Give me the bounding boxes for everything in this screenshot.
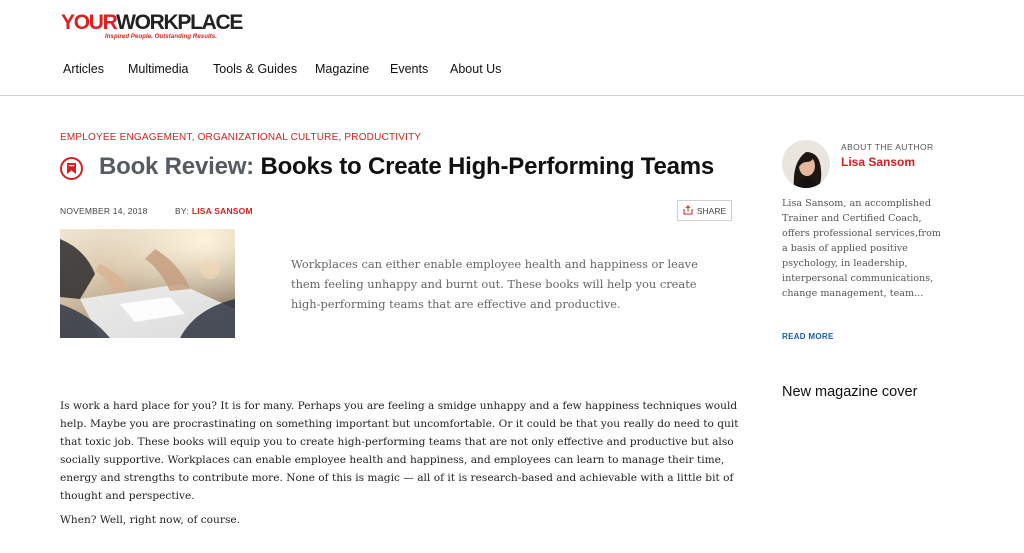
logo-tagline: Inspired People. Outstanding Results. xyxy=(105,34,218,40)
publish-date: NOVEMBER 14, 2018 xyxy=(60,206,148,216)
share-icon xyxy=(683,204,693,217)
header-divider xyxy=(0,95,1024,96)
byline-label: BY: xyxy=(175,206,189,216)
author-bio: Lisa Sansom, an accomplished Trainer and… xyxy=(782,198,941,299)
article-excerpt: Workplaces can either enable employee he… xyxy=(291,257,698,311)
title-prefix: Book Review: xyxy=(99,153,254,180)
byline: BY: LISA SANSOM xyxy=(175,206,253,216)
about-author-label: ABOUT THE AUTHOR xyxy=(841,142,934,152)
author-avatar[interactable] xyxy=(782,140,830,188)
sidebar-author-name-link[interactable]: Lisa Sansom xyxy=(841,155,915,169)
article-body-paragraph-1: Is work a hard place for you? It is for … xyxy=(60,400,739,502)
site-logo[interactable]: YOURWORKPLACE Inspired People. Outstandi… xyxy=(61,11,243,44)
article-categories[interactable]: EMPLOYEE ENGAGEMENT, ORGANIZATIONAL CULT… xyxy=(60,132,421,143)
logo-part-your: YOUR xyxy=(61,11,117,34)
nav-item-events[interactable]: Events xyxy=(390,62,428,76)
nav-item-multimedia[interactable]: Multimedia xyxy=(128,62,188,76)
read-more-link[interactable]: READ MORE xyxy=(782,332,834,341)
article-featured-image xyxy=(60,229,235,338)
article-body-paragraph-2: When? Well, right now, of course. xyxy=(60,514,241,526)
logo-part-workplace: WORKPLACE xyxy=(116,11,243,34)
bookmark-icon xyxy=(60,157,83,180)
nav-item-about-us[interactable]: About Us xyxy=(450,62,501,76)
magazine-cover-heading: New magazine cover xyxy=(782,384,918,400)
article-title: Book Review: Books to Create High-Perfor… xyxy=(99,153,714,181)
byline-author-link[interactable]: LISA SANSOM xyxy=(192,206,253,216)
nav-item-tools-guides[interactable]: Tools & Guides xyxy=(213,62,297,76)
share-button[interactable]: SHARE xyxy=(677,200,732,221)
title-main: Books to Create High-Performing Teams xyxy=(260,153,715,180)
logo-wordmark: YOURWORKPLACE xyxy=(61,11,243,34)
nav-item-magazine[interactable]: Magazine xyxy=(315,62,369,76)
nav-item-articles[interactable]: Articles xyxy=(63,62,104,76)
share-label: SHARE xyxy=(696,205,727,216)
